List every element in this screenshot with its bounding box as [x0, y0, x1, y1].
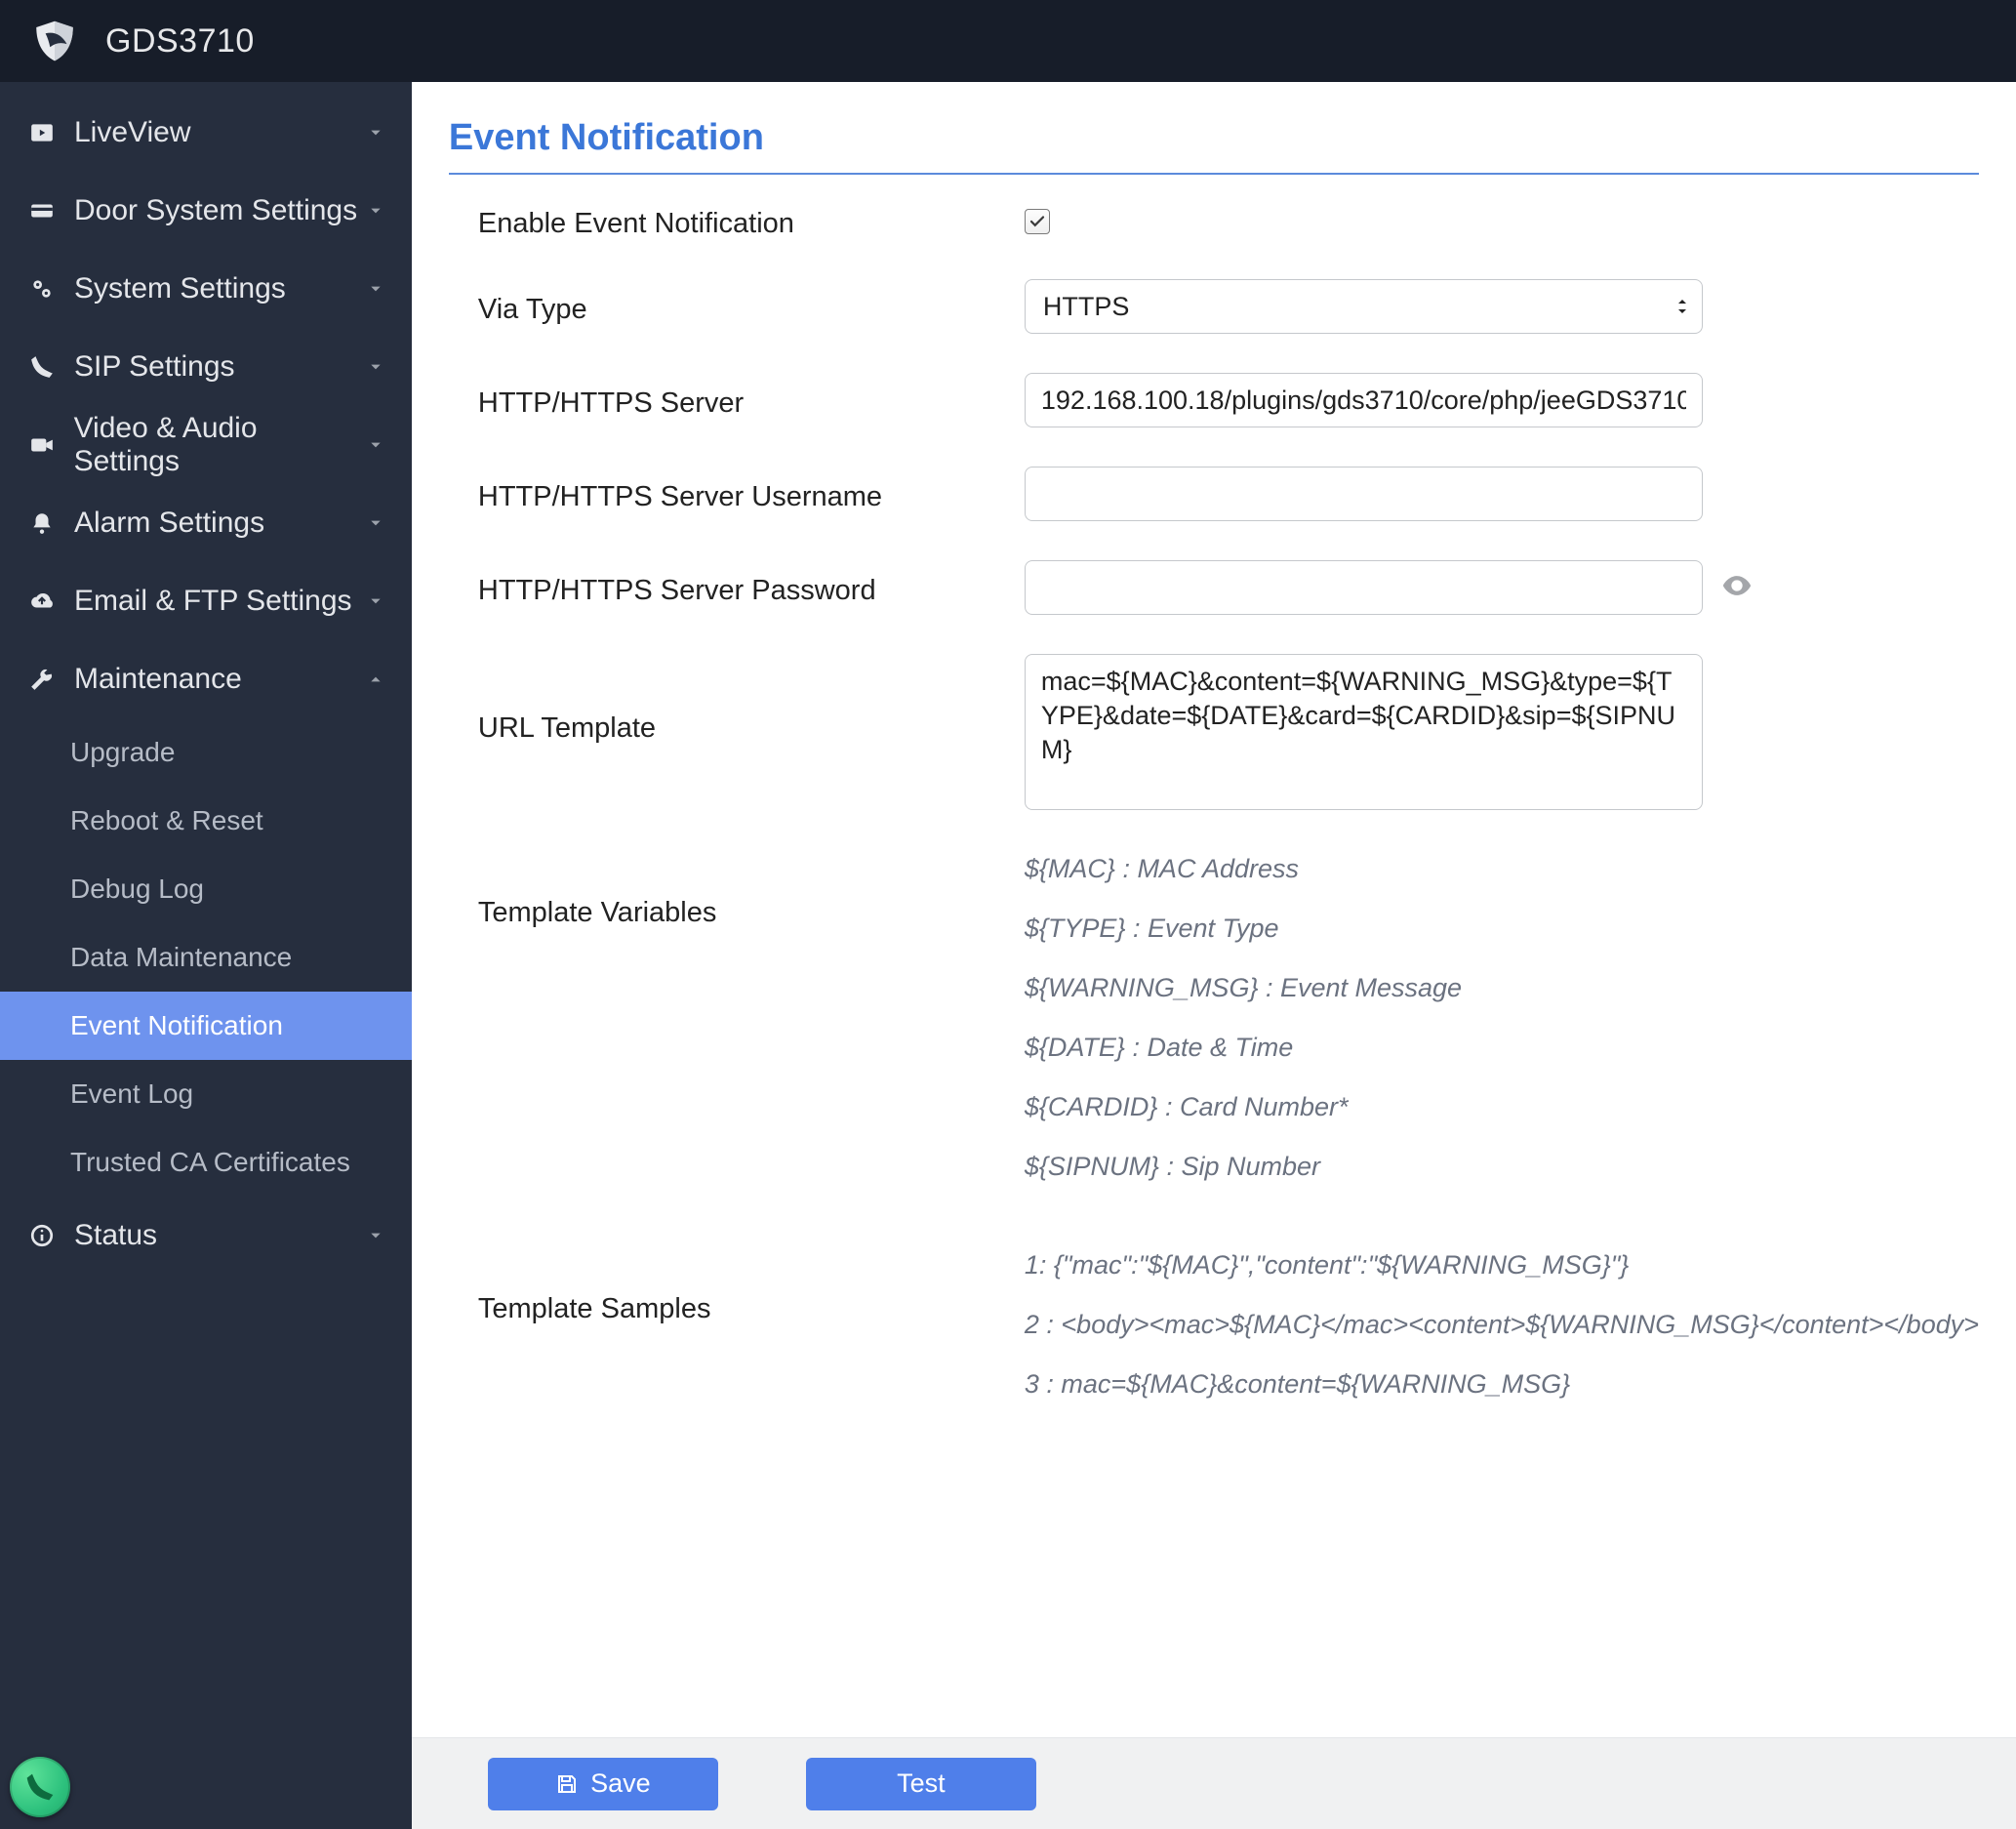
subnav-label: Event Log: [70, 1078, 193, 1110]
select-arrows-icon: [1676, 298, 1688, 315]
sidebar-item-status[interactable]: Status: [0, 1197, 412, 1275]
subnav-upgrade[interactable]: Upgrade: [0, 718, 412, 787]
test-button-label: Test: [897, 1768, 946, 1799]
product-title: GDS3710: [105, 22, 255, 61]
sidebar-item-email-ftp[interactable]: Email & FTP Settings: [0, 562, 412, 640]
chevron-down-icon: [367, 280, 384, 298]
sidebar-item-sip[interactable]: SIP Settings: [0, 328, 412, 406]
label-http-password: HTTP/HTTPS Server Password: [478, 569, 1025, 607]
label-template-variables: Template Variables: [478, 854, 1025, 929]
label-http-username: HTTP/HTTPS Server Username: [478, 475, 1025, 513]
top-bar: GDS3710: [0, 0, 2016, 82]
http-password-input[interactable]: [1025, 560, 1703, 615]
sidebar-item-label: Alarm Settings: [74, 507, 264, 540]
call-fab-button[interactable]: [10, 1757, 70, 1817]
sidebar-item-maintenance[interactable]: Maintenance: [0, 640, 412, 718]
action-bar: Save Test: [412, 1737, 2016, 1829]
chevron-down-icon: [367, 202, 384, 220]
chevron-up-icon: [367, 671, 384, 688]
label-template-samples: Template Samples: [478, 1250, 1025, 1325]
subnav-event-log[interactable]: Event Log: [0, 1060, 412, 1128]
template-samples-list: 1: {"mac":"${MAC}","content":"${WARNING_…: [1025, 1250, 1979, 1429]
sidebar-item-label: Video & Audio Settings: [74, 412, 368, 478]
subnav-trusted-ca[interactable]: Trusted CA Certificates: [0, 1128, 412, 1197]
subnav-data-maintenance[interactable]: Data Maintenance: [0, 923, 412, 992]
subnav-label: Debug Log: [70, 874, 204, 905]
save-button[interactable]: Save: [488, 1758, 718, 1810]
template-variable: ${CARDID} : Card Number*: [1025, 1092, 1979, 1122]
label-url-template: URL Template: [478, 654, 1025, 745]
brand-logo-icon: [27, 14, 82, 68]
sidebar-item-label: System Settings: [74, 272, 286, 305]
sidebar-item-system-settings[interactable]: System Settings: [0, 250, 412, 328]
reveal-password-icon[interactable]: [1720, 569, 1754, 607]
play-icon: [27, 118, 57, 147]
template-variable: ${WARNING_MSG} : Event Message: [1025, 973, 1979, 1003]
subnav-label: Trusted CA Certificates: [70, 1147, 350, 1178]
page-title: Event Notification: [449, 117, 1979, 175]
chevron-down-icon: [367, 436, 384, 454]
subnav-debug-log[interactable]: Debug Log: [0, 855, 412, 923]
template-variable: ${DATE} : Date & Time: [1025, 1033, 1979, 1063]
sidebar-item-label: Maintenance: [74, 663, 242, 696]
gears-icon: [27, 274, 57, 304]
sidebar: LiveView Door System Settings: [0, 82, 412, 1829]
http-server-input[interactable]: [1025, 373, 1703, 427]
phone-icon: [27, 352, 57, 382]
cloud-upload-icon: [27, 587, 57, 616]
video-icon: [27, 430, 57, 460]
sidebar-item-label: Door System Settings: [74, 194, 357, 227]
subnav-reboot-reset[interactable]: Reboot & Reset: [0, 787, 412, 855]
label-via-type: Via Type: [478, 288, 1025, 326]
template-sample: 3 : mac=${MAC}&content=${WARNING_MSG}: [1025, 1369, 1979, 1400]
bell-icon: [27, 508, 57, 538]
test-button[interactable]: Test: [806, 1758, 1036, 1810]
sidebar-item-door-system[interactable]: Door System Settings: [0, 172, 412, 250]
template-variables-list: ${MAC} : MAC Address ${TYPE} : Event Typ…: [1025, 854, 1979, 1211]
via-type-value: HTTPS: [1043, 292, 1130, 322]
enable-notification-checkbox[interactable]: [1025, 209, 1050, 234]
sidebar-item-liveview[interactable]: LiveView: [0, 94, 412, 172]
main-content: Event Notification Enable Event Notifica…: [412, 82, 2016, 1829]
subnav-event-notification[interactable]: Event Notification: [0, 992, 412, 1060]
sidebar-item-label: Email & FTP Settings: [74, 585, 352, 618]
chevron-down-icon: [367, 592, 384, 610]
maintenance-submenu: Upgrade Reboot & Reset Debug Log Data Ma…: [0, 718, 412, 1197]
chevron-down-icon: [367, 514, 384, 532]
save-button-label: Save: [590, 1768, 651, 1799]
chevron-down-icon: [367, 358, 384, 376]
wrench-icon: [27, 665, 57, 694]
sidebar-item-alarm[interactable]: Alarm Settings: [0, 484, 412, 562]
via-type-select[interactable]: HTTPS: [1025, 279, 1703, 334]
subnav-label: Event Notification: [70, 1010, 283, 1041]
sidebar-nav: LiveView Door System Settings: [0, 82, 412, 1829]
template-sample: 1: {"mac":"${MAC}","content":"${WARNING_…: [1025, 1250, 1979, 1280]
sidebar-item-label: LiveView: [74, 116, 191, 149]
save-icon: [555, 1772, 579, 1796]
info-icon: [27, 1221, 57, 1250]
url-template-textarea[interactable]: [1025, 654, 1703, 810]
template-variable: ${TYPE} : Event Type: [1025, 914, 1979, 944]
chevron-down-icon: [367, 124, 384, 142]
sidebar-item-video-audio[interactable]: Video & Audio Settings: [0, 406, 412, 484]
label-http-server: HTTP/HTTPS Server: [478, 382, 1025, 420]
chevron-down-icon: [367, 1227, 384, 1244]
template-sample: 2 : <body><mac>${MAC}</mac><content>${WA…: [1025, 1310, 1979, 1340]
label-enable-notification: Enable Event Notification: [478, 202, 1025, 240]
card-icon: [27, 196, 57, 225]
subnav-label: Upgrade: [70, 737, 175, 768]
sidebar-item-label: SIP Settings: [74, 350, 235, 384]
http-username-input[interactable]: [1025, 467, 1703, 521]
sidebar-item-label: Status: [74, 1219, 157, 1252]
template-variable: ${MAC} : MAC Address: [1025, 854, 1979, 884]
subnav-label: Data Maintenance: [70, 942, 292, 973]
subnav-label: Reboot & Reset: [70, 805, 263, 836]
template-variable: ${SIPNUM} : Sip Number: [1025, 1152, 1979, 1182]
